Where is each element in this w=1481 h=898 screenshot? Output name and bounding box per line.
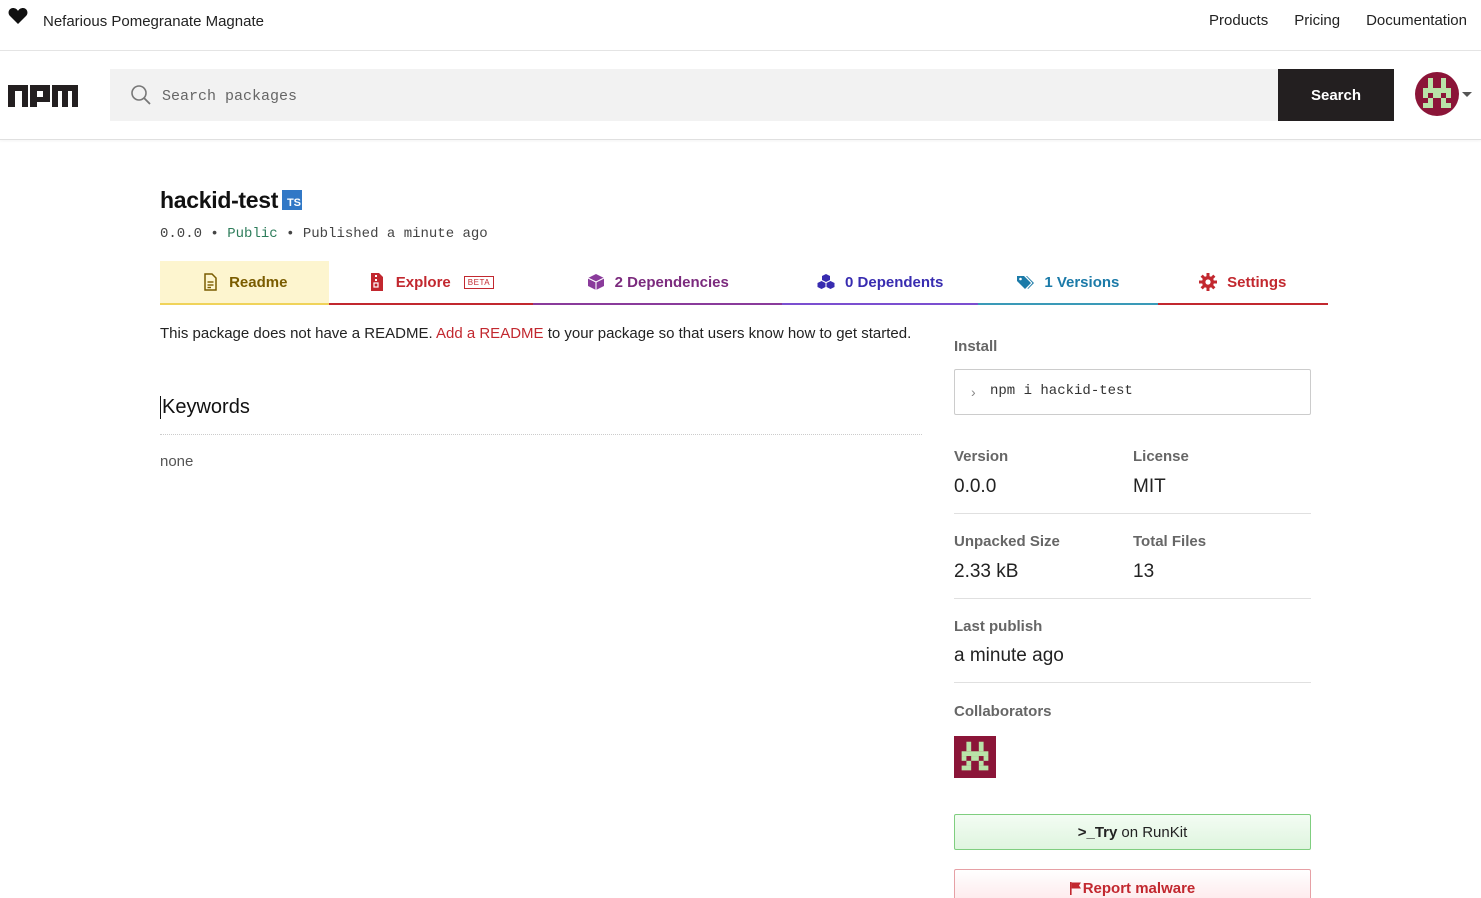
top-bar: Nefarious Pomegranate Magnate Products P… [0,0,1481,51]
search-icon [131,85,151,105]
tab-settings[interactable]: Settings [1157,261,1328,305]
collaborator-avatar[interactable] [954,736,996,778]
try-on-runkit-button[interactable]: >_Try on RunKit [954,814,1311,850]
nav-products[interactable]: Products [1209,12,1268,29]
beta-badge: BETA [463,275,495,289]
chevron-down-icon[interactable] [1462,92,1472,97]
top-nav: Products Pricing Documentation [1209,12,1467,29]
divider [954,513,1311,514]
report-malware-label: Report malware [1082,880,1196,897]
report-malware-button[interactable]: Report malware [954,869,1311,898]
install-label: Install [954,338,998,355]
license-value: MIT [1133,476,1166,497]
tab-label: Explore [395,273,451,291]
runkit-try-label: >_Try [1077,823,1118,841]
readme-text: This package does not have a README. [160,325,436,342]
search-input[interactable] [162,69,1262,121]
chevron-right-icon: › [971,384,976,400]
version-label: Version [954,448,1009,465]
tab-dependents[interactable]: 0 Dependents [782,261,979,305]
divider [954,682,1311,683]
tab-dependencies[interactable]: 2 Dependencies [533,261,783,305]
tab-label: Settings [1227,273,1287,291]
tab-explore[interactable]: Explore BETA [328,261,534,305]
divider [160,434,922,435]
tab-label: 1 Versions [1044,273,1120,291]
keywords-heading: Keywords [160,396,250,419]
package-name: hackid-test [160,187,279,213]
last-publish-value: a minute ago [954,645,1064,666]
file-zip-icon [370,273,383,291]
nav-pricing[interactable]: Pricing [1294,12,1340,29]
nav-documentation[interactable]: Documentation [1366,12,1467,29]
flag-icon [1069,882,1081,895]
tab-label: 0 Dependents [845,273,944,291]
search-box [110,69,1278,121]
typescript-badge-icon[interactable]: TS [282,190,302,210]
tags-icon [1017,276,1035,289]
collaborators-label: Collaborators [954,703,1052,720]
search-button[interactable]: Search [1278,69,1394,121]
meta-separator: • [286,226,295,242]
tab-readme[interactable]: Readme [160,261,329,305]
runkit-label: on RunKit [1121,823,1188,841]
last-publish-label: Last publish [954,618,1043,635]
heart-icon[interactable] [8,7,28,25]
readme-text: to your package so that users know how t… [543,325,912,342]
npm-logo[interactable] [8,85,78,107]
install-command[interactable]: npm i hackid-test [990,383,1133,399]
version-value: 0.0.0 [954,476,997,497]
brand-tagline[interactable]: Nefarious Pomegranate Magnate [43,13,264,30]
gear-icon [1199,273,1218,291]
package-published: Published a minute ago [302,226,488,242]
add-readme-link[interactable]: Add a README [436,325,544,342]
user-menu[interactable] [1415,72,1472,116]
avatar[interactable] [1415,72,1459,116]
box-icon [587,274,604,290]
total-files-label: Total Files [1133,533,1207,550]
license-label: License [1133,448,1189,465]
package-meta: 0.0.0 • Public • Published a minute ago [160,226,488,242]
tab-label: 2 Dependencies [614,273,729,291]
readme-message: This package does not have a README. Add… [160,325,911,342]
search-header: Search [0,51,1481,140]
package-tabs: Readme Explore BETA 2 Dependencies 0 Dep… [160,261,1328,305]
meta-separator: • [210,226,219,242]
package-version: 0.0.0 [160,226,203,242]
divider [954,598,1311,599]
keywords-value: none [160,453,194,470]
boxes-icon [817,274,835,289]
unpacked-size-label: Unpacked Size [954,533,1060,550]
tab-versions[interactable]: 1 Versions [978,261,1158,305]
document-icon [204,273,217,291]
install-command-box[interactable]: › npm i hackid-test [954,369,1311,415]
package-visibility: Public [227,226,278,242]
unpacked-size-value: 2.33 kB [954,561,1019,582]
tab-label: Readme [229,273,288,291]
total-files-value: 13 [1133,561,1155,582]
